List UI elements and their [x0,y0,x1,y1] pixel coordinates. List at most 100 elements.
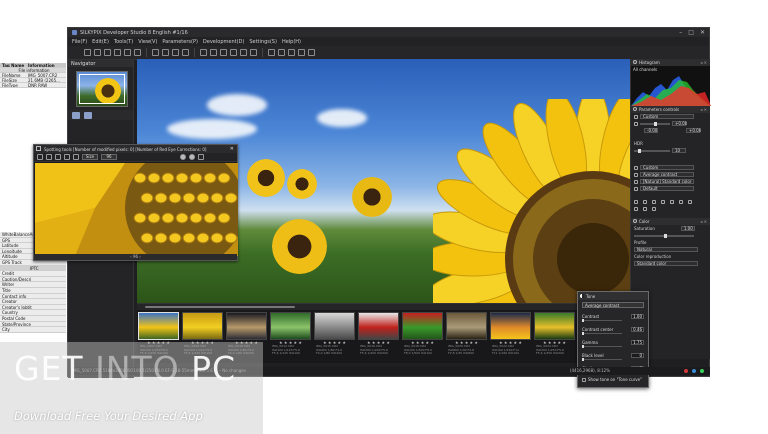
wb-select[interactable]: Custom [640,165,694,170]
undo-icon[interactable] [152,49,159,56]
levels-icon[interactable] [643,206,647,211]
hsl-icon[interactable] [670,199,674,204]
size-value-input[interactable]: 96 [101,154,117,160]
menu-view[interactable]: View(V) [138,39,157,45]
spotting-zoom-canvas[interactable] [35,163,238,256]
split-icon[interactable] [688,199,692,204]
tone-param-slider[interactable] [582,332,622,335]
filmstrip-scrollbar[interactable] [137,304,577,310]
dot-small-icon[interactable] [189,154,195,160]
fill-icon[interactable] [652,206,656,211]
spotting-icon[interactable] [220,49,227,56]
menu-tools[interactable]: Tools(T) [114,39,133,45]
menu-edit[interactable]: Edit(E) [92,39,109,45]
table-row[interactable]: FileType DNR RAW [0,83,66,88]
noise-icon[interactable] [634,199,638,204]
sharpness-select[interactable]: Default [640,186,694,191]
pin-icon[interactable]: ◂ ✕ [700,60,707,65]
menu-help[interactable]: Help(H) [282,39,301,45]
filmstrip-frame[interactable]: ★ ★ ★ ★ ★ IMG_5024.CR2 ISO200 1/250 F5.6 F5… [534,312,575,360]
tone-param-value[interactable]: 0 [631,353,644,358]
tone-select[interactable]: Average contrast [640,172,694,177]
marker-icon[interactable] [298,49,305,56]
rectify-icon[interactable] [230,49,237,56]
color-icon[interactable] [634,179,638,184]
filmstrip-frame[interactable]: ★ ★ ★ ★ ★ IMG_5018.CR2 ISO100 1/500 F8.0 F8… [402,312,443,360]
dot-large-icon[interactable] [180,154,186,160]
menu-file[interactable]: File(F) [72,39,87,45]
copy-params-icon[interactable] [268,49,275,56]
hdr-slider[interactable] [634,148,670,153]
tone-param-value[interactable]: 1.75 [631,340,644,345]
redo-icon[interactable] [162,49,169,56]
spotting-tools-window[interactable]: Spotting tools [Number of modified pixel… [33,144,238,261]
green-indicator-icon[interactable] [700,369,704,373]
slider-knob[interactable] [582,358,584,361]
show-tone-option[interactable]: Show tone on "Tone curve" [578,377,648,382]
filmstrip-frame[interactable]: ★ ★ ★ ★ ★ IMG_5015.CR2 ISO400 1/80 F4.0 F4.… [314,312,355,360]
hdr-value[interactable]: 10 [672,148,686,153]
crop-icon[interactable] [210,49,217,56]
save-icon[interactable] [94,49,101,56]
eraser-icon[interactable] [55,154,61,160]
scrollbar-thumb[interactable] [145,306,295,308]
red-eye-icon[interactable] [64,154,70,160]
filmstrip-frame[interactable]: ★ ★ ★ ★ ★ IMG_5020.CR2 ISO800 1/30 F2.8 F2.… [446,312,487,360]
map-tab-icon[interactable] [84,111,92,119]
stamp-icon[interactable] [46,154,52,160]
exposure-value[interactable]: +0.00 [672,121,687,126]
exposure-icon[interactable] [634,121,638,126]
navigator-view-rect[interactable] [79,74,125,104]
rotate-icon[interactable] [652,199,656,204]
tone-param-value[interactable]: 1.00 [631,314,644,319]
develop-icon[interactable] [250,49,257,56]
menu-settings[interactable]: Settings(S) [249,39,277,45]
brush-icon[interactable] [37,154,43,160]
frame-thumbnail[interactable] [402,312,443,340]
curve-icon[interactable] [634,206,638,211]
pin-icon[interactable]: ◂ ✕ [700,219,707,224]
paste-params-icon[interactable] [278,49,285,56]
sharpness-icon[interactable] [634,186,638,191]
frame-thumbnail[interactable] [534,312,575,340]
slider-knob[interactable] [638,148,641,153]
menu-parameters[interactable]: Parameters(P) [162,39,198,45]
tone-param-value[interactable]: 0.46 [631,327,644,332]
tone-param-slider[interactable] [582,319,622,322]
preset-select[interactable]: Custom [640,114,694,119]
slider-knob[interactable] [654,121,657,126]
lens-icon[interactable] [643,199,647,204]
grid-view-icon[interactable] [114,49,121,56]
navigator-thumbnail[interactable] [76,71,128,107]
history-icon[interactable] [288,49,295,56]
rotate-right-icon[interactable] [182,49,189,56]
slider-knob[interactable] [582,332,584,335]
minimize-button[interactable]: – [679,29,682,36]
slider-knob[interactable] [582,345,584,348]
exposure-right-value[interactable]: +0.00 [686,128,701,133]
exposure-left-value[interactable]: -0.00 [644,128,658,133]
spotting-title-bar[interactable]: Spotting tools [Number of modified pixel… [34,145,237,153]
exposure-slider[interactable] [640,121,670,126]
frame-thumbnail[interactable] [490,312,531,340]
color-rep-select[interactable]: Standard color [634,261,698,266]
frame-thumbnail[interactable] [358,312,399,340]
close-icon[interactable]: ✕ [230,146,234,152]
show-tone-checkbox[interactable] [582,377,586,382]
filmstrip-frame[interactable]: ★ ★ ★ ★ ★ IMG_5012.CR2 ISO100 1/125 F5.6 F5… [270,312,311,360]
frame-thumbnail[interactable] [446,312,487,340]
filmstrip-frame[interactable]: ★ ★ ★ ★ ★ IMG_5022.CR2 ISO100 1/160 F11 F11… [490,312,531,360]
compare-view-icon[interactable] [124,49,131,56]
color-select[interactable]: [Natural] Standard color [640,179,694,184]
tone-param-slider[interactable] [582,358,622,361]
dodge-icon[interactable] [679,199,683,204]
filmstrip-frame[interactable]: ★ ★ ★ ★ ★ IMG_5016.CR2 ISO200 1/200 F5.6 F5… [358,312,399,360]
frame-thumbnail[interactable] [182,312,223,340]
tone-mode-select[interactable]: Average contrast [582,302,644,308]
text-icon[interactable] [308,49,315,56]
rotate-left-icon[interactable] [172,49,179,56]
tone-param-slider[interactable] [582,345,622,348]
crop-icon[interactable] [661,199,665,204]
frame-thumbnail[interactable] [138,312,179,340]
pen-icon[interactable] [73,154,79,160]
